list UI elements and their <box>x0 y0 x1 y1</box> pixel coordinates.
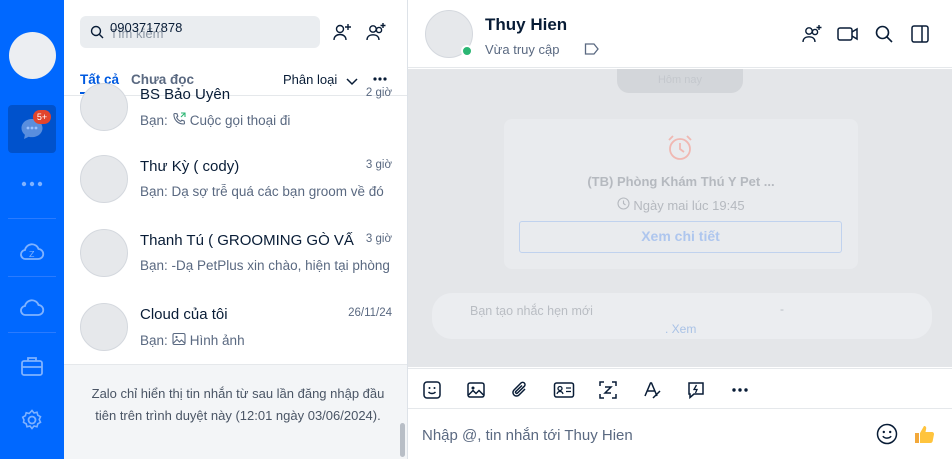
conversation-name: Cloud của tôi <box>140 306 228 323</box>
date-chip: Hôm nay <box>617 69 743 93</box>
message-area[interactable]: Hôm nay (TB) Phòng Khám Thú Y Pet ... Ng… <box>408 69 952 367</box>
rail-divider <box>8 332 56 333</box>
conversation-preview: Bạn: Cuộc gọi thoại đi <box>140 112 392 129</box>
view-link[interactable]: . Xem <box>665 322 696 336</box>
attachment-icon[interactable] <box>508 378 532 402</box>
composer-toolbar <box>408 368 952 409</box>
rail-divider <box>8 276 56 277</box>
video-call-icon[interactable] <box>836 22 860 46</box>
alarm-clock-icon <box>665 133 695 168</box>
reminder-title: (TB) Phòng Khám Thú Y Pet ... <box>587 174 775 189</box>
system-message: Bạn tạo nhắc hẹn mới - . Xem <box>432 293 932 339</box>
preview-text: Cuộc gọi thoại đi <box>189 113 291 128</box>
zcloud-icon[interactable]: Z <box>16 236 48 268</box>
sticker-icon[interactable] <box>420 378 444 402</box>
view-details-button[interactable]: Xem chi tiết <box>519 221 842 253</box>
sidebar-toggle-icon[interactable] <box>908 22 932 46</box>
contact-name[interactable]: Thuy Hien <box>485 15 567 35</box>
conversation-panel: Tìm kiếm 0903717878 Tất cả Chưa đọc Phân… <box>64 0 408 459</box>
tag-icon[interactable] <box>584 42 600 61</box>
toolbox-icon[interactable] <box>16 350 48 382</box>
conversation-time: 3 giờ <box>365 159 392 171</box>
preview-prefix: Bạn: <box>140 113 168 128</box>
image-icon[interactable] <box>464 378 488 402</box>
reminder-card[interactable]: (TB) Phòng Khám Thú Y Pet ... Ngày mai l… <box>504 119 858 269</box>
thumbs-up-icon[interactable] <box>910 420 938 448</box>
conversation-name: Thư Kỳ ( cody) <box>140 158 240 175</box>
conversation-preview: Bạn: Hình ảnh <box>140 332 392 349</box>
conversation-item[interactable]: Thanh Tú ( GROOMING GÒ VẤ 3 giờ Bạn: -Dạ… <box>64 216 407 290</box>
more-options-icon[interactable] <box>728 378 752 402</box>
conversation-time: 2 giờ <box>365 87 392 99</box>
nav-rail: 5+ Z <box>0 0 64 459</box>
scrollbar[interactable] <box>400 423 405 457</box>
reminder-time: Ngày mai lúc 19:45 <box>504 197 858 213</box>
search-input[interactable]: 0903717878 <box>110 20 182 35</box>
message-input[interactable] <box>422 422 862 448</box>
svg-text:Z: Z <box>29 250 35 259</box>
phone-out-icon <box>172 112 186 129</box>
emoji-icon[interactable] <box>876 423 898 450</box>
more-icon[interactable] <box>16 168 48 200</box>
message-composer <box>408 410 952 459</box>
login-notice: Zalo chỉ hiển thị tin nhắn từ sau lần đă… <box>64 364 407 459</box>
preview-text: Bạn: Dạ sợ trễ quá các bạn groom về đó <box>140 184 384 199</box>
chat-header: Thuy Hien Vừa truy cập <box>408 0 952 68</box>
add-to-group-icon[interactable] <box>800 22 824 46</box>
reminder-time-text: Ngày mai lúc 19:45 <box>633 197 745 213</box>
settings-icon[interactable] <box>16 404 48 436</box>
search-icon[interactable] <box>872 22 896 46</box>
contact-card-icon[interactable] <box>552 378 576 402</box>
conversation-name: BS Bảo Uyên <box>140 86 231 103</box>
search-icon <box>90 25 104 44</box>
preview-text: Bạn: -Dạ PetPlus xin chào, hiện tại phòn… <box>140 258 390 273</box>
contact-status: Vừa truy cập <box>485 42 560 57</box>
cloud-icon[interactable] <box>16 292 48 324</box>
preview-prefix: Bạn: <box>140 333 168 348</box>
clock-icon <box>617 197 630 213</box>
chat-panel: Thuy Hien Vừa truy cập Hôm nay (TB) Phòn… <box>408 0 952 459</box>
avatar <box>80 155 128 203</box>
conversation-preview: Bạn: -Dạ PetPlus xin chào, hiện tại phòn… <box>140 258 392 273</box>
online-indicator <box>461 45 473 57</box>
conversation-item[interactable]: Thư Kỳ ( cody) 3 giờ Bạn: Dạ sợ trễ quá … <box>64 142 407 216</box>
avatar <box>80 83 128 131</box>
rail-divider <box>8 218 56 219</box>
add-friend-button[interactable] <box>330 20 354 44</box>
date-chip-label: Hôm nay <box>657 74 703 86</box>
user-avatar[interactable] <box>9 32 56 79</box>
avatar <box>80 303 128 351</box>
conversation-time: 26/11/24 <box>348 307 392 319</box>
conversation-item[interactable]: BS Bảo Uyên 2 giờ Bạn: Cuộc gọi thoại đi <box>64 70 407 144</box>
system-message-text: Bạn tạo nhắc hẹn mới <box>470 304 593 318</box>
search-box[interactable]: Tìm kiếm 0903717878 <box>80 16 320 48</box>
text-format-icon[interactable] <box>640 378 664 402</box>
create-group-button[interactable] <box>364 20 388 44</box>
conversation-time: 3 giờ <box>365 233 392 245</box>
preview-text: Hình ảnh <box>189 333 245 348</box>
conversation-name: Thanh Tú ( GROOMING GÒ VẤ <box>140 232 354 249</box>
screenshot-icon[interactable] <box>596 378 620 402</box>
unread-badge: 5+ <box>33 110 51 124</box>
conversation-preview: Bạn: Dạ sợ trễ quá các bạn groom về đó <box>140 184 392 199</box>
conversation-item[interactable]: Cloud của tôi 26/11/24 Bạn: Hình ảnh <box>64 290 407 364</box>
image-icon <box>172 332 186 349</box>
quick-message-icon[interactable] <box>684 378 708 402</box>
avatar <box>80 229 128 277</box>
system-message-dash: - <box>780 302 784 316</box>
